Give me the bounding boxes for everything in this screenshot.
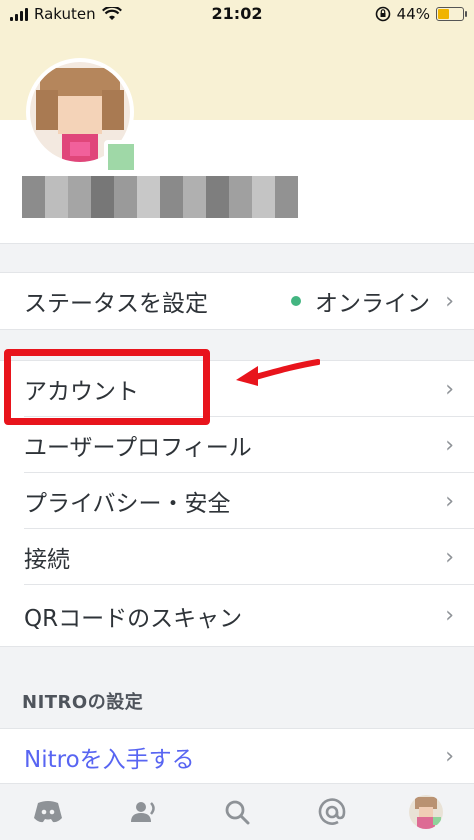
get-nitro-label: Nitroを入手する: [24, 746, 195, 773]
menu-item-user-profile[interactable]: ユーザープロフィール ›: [0, 417, 474, 473]
search-icon: [225, 800, 250, 825]
menu-item-label: 接続: [24, 547, 70, 573]
tab-profile[interactable]: [396, 784, 456, 840]
online-status-dot: [291, 296, 301, 306]
menu-item-privacy-safety[interactable]: プライバシー・安全 ›: [0, 473, 474, 529]
battery-percent: 44%: [396, 5, 430, 23]
chevron-right-icon: ›: [445, 544, 454, 570]
orientation-lock-icon: [375, 6, 390, 22]
status-value-text: オンライン: [315, 291, 430, 317]
menu-item-connections[interactable]: 接続 ›: [0, 529, 474, 585]
tab-mentions[interactable]: [302, 784, 362, 840]
set-status-row[interactable]: ステータスを設定 オンライン ›: [0, 272, 474, 330]
discord-home-icon: [34, 801, 62, 823]
chevron-right-icon: ›: [445, 376, 454, 402]
menu-item-label: QRコードのスキャン: [24, 605, 243, 632]
battery-icon: [436, 7, 467, 21]
chevron-right-icon: ›: [445, 603, 454, 628]
bottom-tab-bar: [0, 783, 474, 840]
annotation-arrow-icon: [236, 359, 320, 386]
menu-item-get-nitro[interactable]: Nitroを入手する ›: [0, 728, 474, 784]
mentions-icon: [318, 798, 346, 825]
profile-avatar: [409, 795, 443, 829]
status-value: オンライン: [291, 273, 430, 329]
highlight-box: [4, 349, 210, 425]
chevron-right-icon: ›: [445, 288, 454, 314]
username-obscured: [22, 176, 298, 218]
tab-home[interactable]: [18, 784, 78, 840]
nitro-section-header: NITROの設定: [22, 692, 144, 713]
status-bar: Rakuten 21:02 44%: [0, 0, 474, 28]
chevron-right-icon: ›: [445, 744, 454, 769]
avatar-status-indicator: [104, 140, 138, 174]
tab-friends[interactable]: [114, 784, 174, 840]
menu-item-qr-scan[interactable]: QRコードのスキャン ›: [0, 585, 474, 647]
tab-search[interactable]: [207, 784, 267, 840]
chevron-right-icon: ›: [445, 488, 454, 514]
chevron-right-icon: ›: [445, 432, 454, 458]
menu-item-label: ユーザープロフィール: [24, 435, 252, 461]
menu-item-label: プライバシー・安全: [24, 491, 231, 517]
status-bar-right: 44%: [375, 5, 467, 23]
friends-icon: [131, 802, 155, 822]
set-status-label: ステータスを設定: [24, 291, 208, 317]
profile-divider: [0, 243, 474, 244]
